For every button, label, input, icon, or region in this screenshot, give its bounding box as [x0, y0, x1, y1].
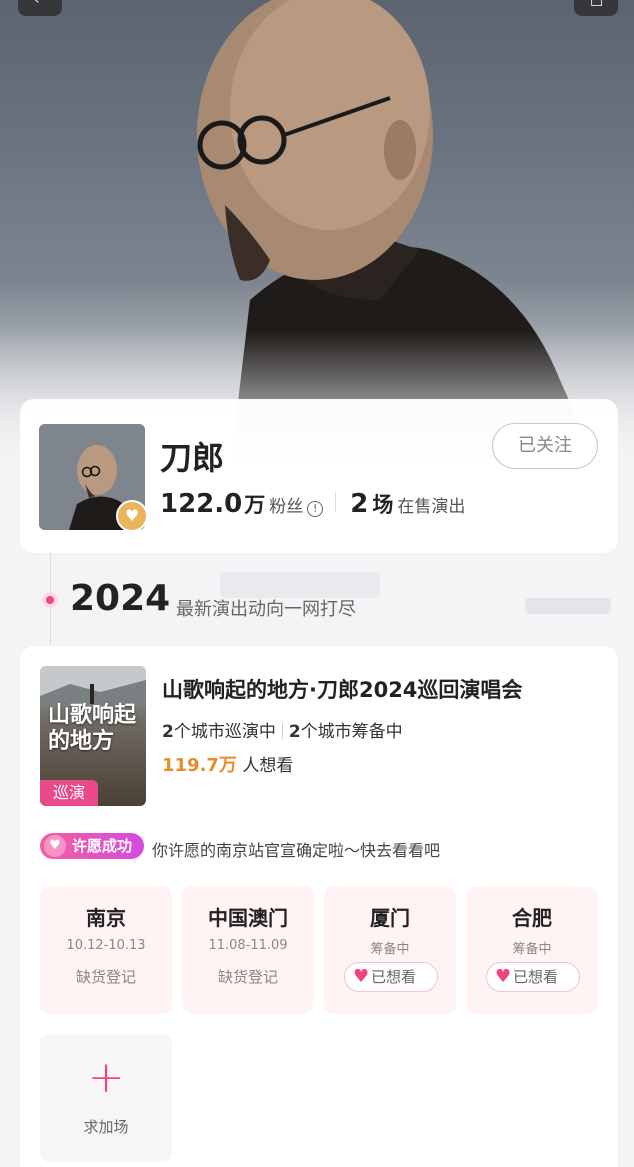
wanted-button[interactable]: ♥ 已想看 [344, 962, 438, 992]
poster-title: 山歌响起的地方 [48, 702, 137, 754]
city-card-xiamen[interactable]: 厦门 筹备中 ♥ 已想看 [324, 886, 456, 1014]
timeline-subtitle: 最新演出动向一网打尽 [176, 599, 356, 620]
follow-button[interactable]: 已关注 [492, 423, 598, 469]
request-extra-show-label: 求加场 [83, 1118, 129, 1136]
artist-stats: 122.0万 粉丝! 2 场在售演出 [160, 489, 465, 521]
wish-message[interactable]: 你许愿的南京站官宣确定啦～快去看看吧 [152, 837, 440, 861]
event-city-stats: 2个城市巡演中 2个城市筹备中 [162, 717, 403, 742]
back-arrow-icon: ‹ [34, 0, 40, 8]
shows-count: 2 [350, 489, 369, 519]
event-title[interactable]: 山歌响起的地方·刀郎2024巡回演唱会 [162, 674, 522, 704]
city-date: 筹备中 [370, 942, 410, 957]
city-date: 10.12-10.13 [66, 938, 146, 953]
artist-name: 刀郎 [160, 439, 225, 477]
want-to-see: 119.7万 人想看 [162, 751, 293, 777]
heart-icon: ♥ [495, 966, 512, 987]
blurred-overlay-right [525, 598, 611, 614]
heart-badge-icon: ♥ [116, 500, 148, 532]
fans-unit: 万 [244, 493, 266, 517]
city-date: 筹备中 [512, 942, 552, 957]
timeline-dot-icon [42, 592, 58, 608]
touring-label: 个城市巡演中 [173, 722, 276, 742]
heart-icon: ♥ [353, 966, 370, 987]
timeline-year: 2024 [70, 578, 171, 619]
city-status: 缺货登记 [75, 968, 136, 986]
touring-count: 2 [162, 722, 174, 742]
city-status: 缺货登记 [217, 968, 278, 986]
city-name: 中国澳门 [208, 906, 288, 930]
shows-unit: 场 [372, 493, 394, 517]
event-card[interactable]: 山歌响起的地方 巡演 山歌响起的地方·刀郎2024巡回演唱会 2个城市巡演中 2个… [20, 646, 618, 1167]
request-extra-show-button[interactable]: + 求加场 [40, 1034, 172, 1162]
wanted-label: 已想看 [513, 968, 559, 986]
wanted-label: 已想看 [371, 968, 417, 986]
shows-label: 在售演出 [397, 497, 466, 517]
plus-icon: + [87, 1052, 125, 1103]
city-card-hefei[interactable]: 合肥 筹备中 ♥ 已想看 [466, 886, 598, 1014]
meta-divider [281, 723, 283, 739]
city-card-nanjing[interactable]: 南京 10.12-10.13 缺货登记 [40, 886, 172, 1014]
share-icon: □ [590, 0, 604, 8]
tour-tag: 巡演 [40, 780, 98, 806]
want-label: 人想看 [242, 756, 294, 776]
city-name: 厦门 [370, 906, 410, 930]
city-name: 南京 [86, 906, 126, 930]
event-poster[interactable]: 山歌响起的地方 巡演 [40, 666, 146, 806]
wish-badge-label: 许愿成功 [72, 837, 133, 855]
wanted-button[interactable]: ♥ 已想看 [486, 962, 580, 992]
prep-label: 个城市筹备中 [300, 722, 403, 742]
wish-success-badge: ♥ 许愿成功 [40, 833, 144, 859]
info-icon[interactable]: ! [307, 501, 324, 517]
wish-heart-icon: ♥ [44, 835, 66, 857]
artist-profile-card: ♥ 刀郎 已关注 122.0万 粉丝! 2 场在售演出 [20, 399, 618, 553]
share-button[interactable]: □ [574, 0, 618, 16]
prep-count: 2 [288, 722, 301, 742]
want-count: 119.7万 [162, 755, 237, 776]
city-card-macau[interactable]: 中国澳门 11.08-11.09 缺货登记 [182, 886, 314, 1014]
stats-divider [335, 492, 337, 512]
city-name: 合肥 [512, 906, 552, 930]
city-date: 11.08-11.09 [208, 938, 288, 953]
fans-label: 粉丝 [269, 497, 304, 517]
fans-count: 122.0 [160, 489, 243, 519]
back-button[interactable]: ‹ [18, 0, 62, 16]
